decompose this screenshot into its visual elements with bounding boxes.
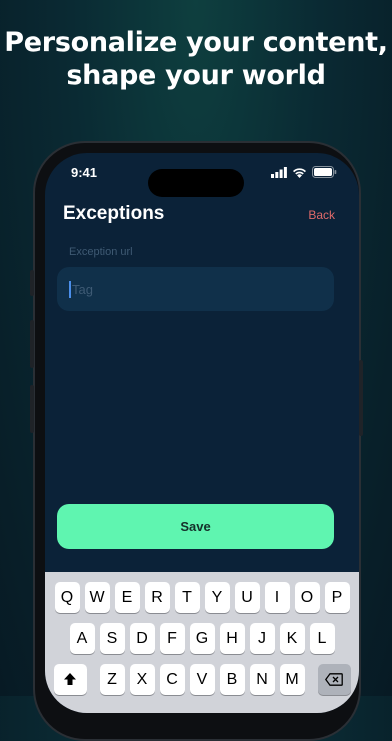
key-z[interactable]: Z [99,664,125,695]
key-t[interactable]: T [174,582,200,613]
shift-arrow-icon [64,673,76,685]
key-k[interactable]: K [279,623,305,654]
on-screen-keyboard: Q W E R T Y U I O P A S D F G H J K L Z … [45,572,359,713]
delete-key[interactable] [317,664,351,695]
key-p[interactable]: P [324,582,350,613]
key-i[interactable]: I [264,582,290,613]
key-h[interactable]: H [219,623,245,654]
key-n[interactable]: N [249,664,275,695]
key-u[interactable]: U [234,582,260,613]
headline-line-1: Personalize your content, [4,27,388,58]
key-f[interactable]: F [159,623,185,654]
text-cursor [69,281,71,298]
key-j[interactable]: J [249,623,275,654]
backspace-icon [324,673,343,686]
status-bar: 9:41 [45,163,359,197]
phone-side-button-power [359,360,363,436]
tag-placeholder: Tag [72,282,93,297]
key-g[interactable]: G [189,623,215,654]
exception-url-label: Exception url [69,246,133,258]
app-screen: 9:41 Exceptions Back Exception url Tag S… [45,153,359,713]
key-d[interactable]: D [129,623,155,654]
phone-side-button-volume-down [30,385,34,433]
wifi-icon [293,167,306,178]
battery-icon [312,166,337,178]
key-s[interactable]: S [99,623,125,654]
key-q[interactable]: Q [54,582,80,613]
status-icons [271,166,337,178]
headline-line-2: shape your world [66,60,326,91]
key-y[interactable]: Y [204,582,230,613]
tag-input[interactable]: Tag [57,267,334,311]
save-button[interactable]: Save [57,504,334,549]
cellular-signal-icon [271,166,287,178]
key-e[interactable]: E [114,582,140,613]
key-w[interactable]: W [84,582,110,613]
page-title: Exceptions [63,203,165,224]
phone-side-button-volume-up [30,320,34,368]
phone-side-button-mute [30,270,34,296]
shift-key[interactable] [53,664,87,695]
keyboard-row-1: Q W E R T Y U I O P [45,582,359,613]
promo-headline: Personalize your content, shape your wor… [0,26,392,92]
status-time: 9:41 [71,165,98,180]
keyboard-row-2: A S D F G H J K L [45,623,359,654]
key-c[interactable]: C [159,664,185,695]
key-b[interactable]: B [219,664,245,695]
key-o[interactable]: O [294,582,320,613]
key-r[interactable]: R [144,582,170,613]
key-v[interactable]: V [189,664,215,695]
key-l[interactable]: L [309,623,335,654]
key-a[interactable]: A [69,623,95,654]
key-x[interactable]: X [129,664,155,695]
keyboard-row-3: Z X C V B N M [45,664,359,695]
key-m[interactable]: M [279,664,305,695]
back-button[interactable]: Back [308,208,335,222]
dynamic-island [148,169,244,197]
